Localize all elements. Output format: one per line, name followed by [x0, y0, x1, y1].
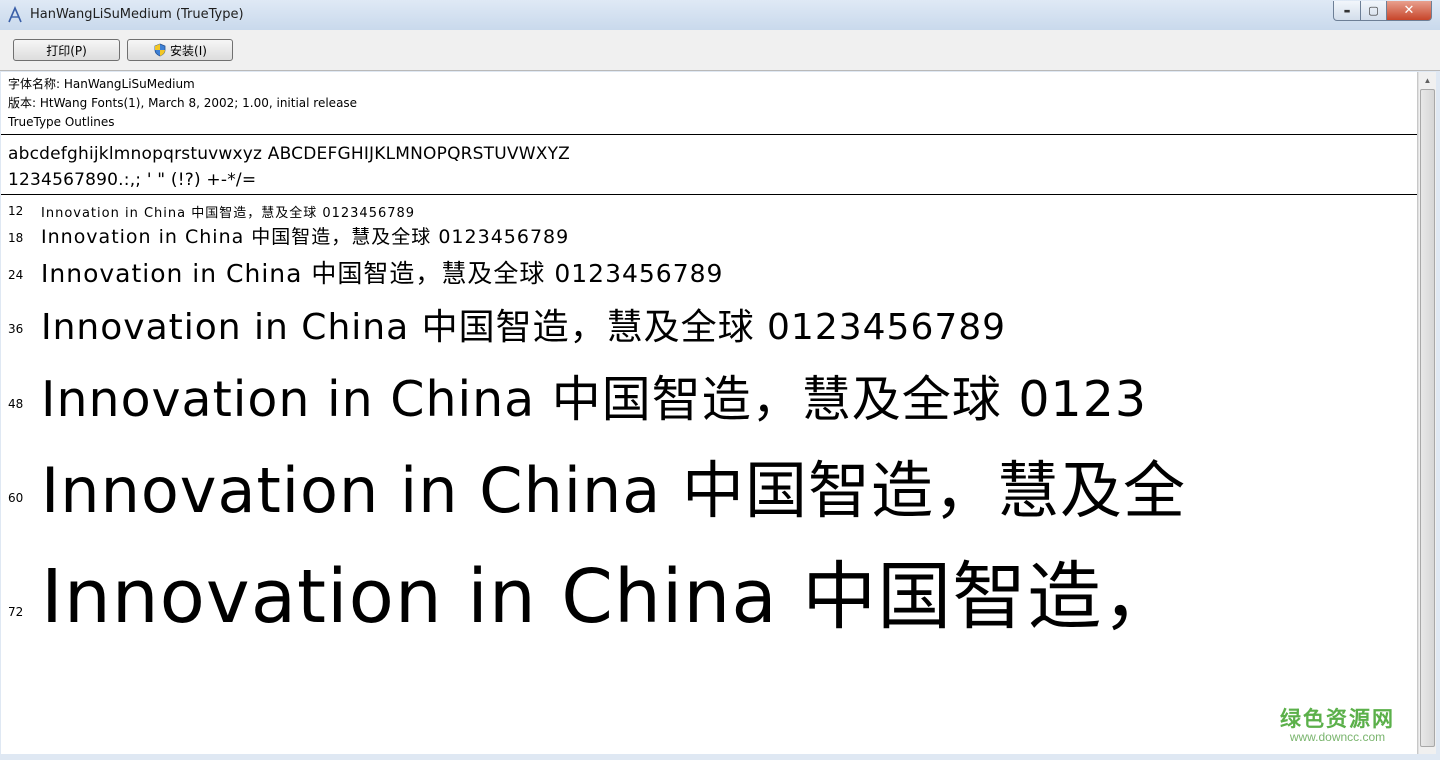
charset-letters: abcdefghijklmnopqrstuvwxyz ABCDEFGHIJKLM…	[8, 144, 571, 164]
sample-text-24: Innovation in China 中国智造，慧及全球 0123456789	[41, 259, 724, 288]
title-bar: HanWangLiSuMedium (TrueType) ▬ ▢ ✕	[0, 0, 1440, 31]
font-preview-pane: 字体名称: HanWangLiSuMedium 版本: HtWang Fonts…	[1, 72, 1418, 754]
sample-text-36: Innovation in China 中国智造，慧及全球 0123456789	[41, 307, 1007, 348]
watermark: 绿色资源网 www.downcc.com	[1280, 706, 1395, 744]
font-a-icon	[8, 6, 22, 23]
divider	[1, 134, 1417, 135]
close-icon: ✕	[1403, 3, 1415, 18]
charset-symbols: 1234567890.:,; ' " (!?) +-*/=	[8, 170, 257, 190]
sample-text-72: Innovation in China 中国智造，	[41, 554, 1178, 640]
size-label: 48	[8, 397, 24, 411]
print-button[interactable]: 打印(P)	[13, 39, 120, 61]
vertical-scrollbar[interactable]: ▲	[1418, 72, 1436, 754]
window-title: HanWangLiSuMedium (TrueType)	[30, 7, 244, 22]
install-button-label: 安装(I)	[170, 43, 207, 58]
watermark-url: www.downcc.com	[1289, 729, 1386, 744]
size-label: 60	[8, 491, 24, 505]
size-label: 72	[8, 605, 24, 619]
size-label: 36	[8, 322, 24, 336]
install-button[interactable]: 安装(I)	[127, 39, 233, 61]
close-button[interactable]: ✕	[1387, 1, 1432, 21]
font-type-line: TrueType Outlines	[8, 115, 115, 129]
sample-text-60: Innovation in China 中国智造，慧及全	[41, 454, 1186, 527]
minimize-button[interactable]: ▬	[1333, 1, 1361, 21]
maximize-icon: ▢	[1368, 4, 1379, 17]
scrollbar-thumb[interactable]	[1420, 89, 1435, 747]
watermark-brand: 绿色资源网	[1280, 706, 1395, 731]
window-controls: ▬ ▢ ✕	[1333, 1, 1432, 21]
minimize-icon: ▬	[1343, 6, 1351, 15]
font-version-line: 版本: HtWang Fonts(1), March 8, 2002; 1.00…	[8, 96, 358, 110]
sample-text-48: Innovation in China 中国智造，慧及全球 0123	[41, 371, 1148, 428]
font-name-line: 字体名称: HanWangLiSuMedium	[8, 77, 195, 91]
divider	[1, 194, 1417, 195]
print-button-label: 打印(P)	[46, 43, 87, 58]
scroll-up-arrow-icon[interactable]: ▲	[1419, 72, 1436, 89]
size-label: 18	[8, 231, 24, 245]
maximize-button[interactable]: ▢	[1361, 1, 1387, 21]
sample-text-18: Innovation in China 中国智造，慧及全球 0123456789	[41, 226, 570, 248]
toolbar: 打印(P) 安装(I)	[0, 30, 1440, 71]
size-label: 12	[8, 204, 24, 218]
size-label: 24	[8, 268, 24, 282]
font-info: 字体名称: HanWangLiSuMedium 版本: HtWang Fonts…	[8, 75, 357, 132]
shield-icon	[154, 43, 166, 57]
sample-text-12: Innovation in China 中国智造，慧及全球 0123456789	[41, 206, 416, 221]
